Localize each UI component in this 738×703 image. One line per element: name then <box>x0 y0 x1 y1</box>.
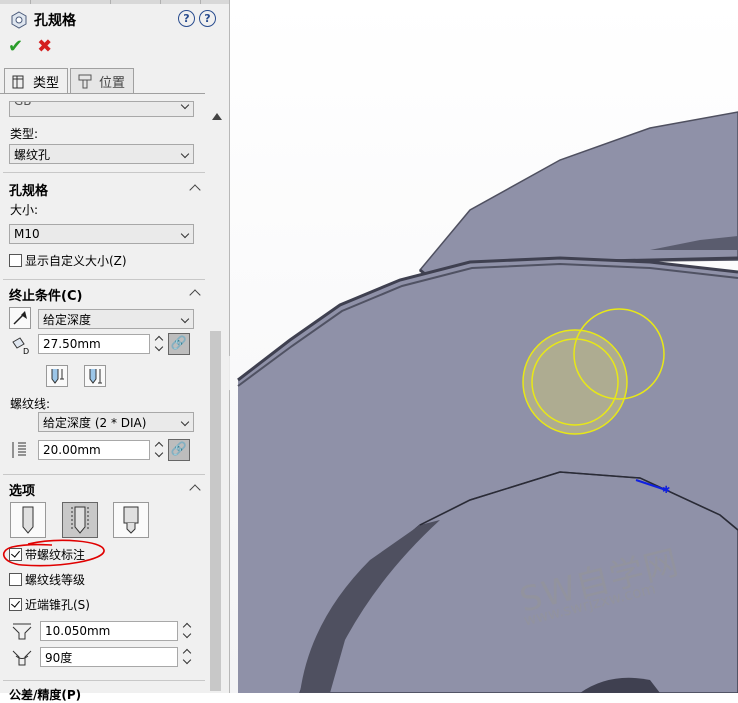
collapse-hole-spec-icon[interactable] <box>189 184 201 196</box>
standard-combo[interactable]: GB <box>9 101 194 117</box>
options-heading: 选项 <box>9 484 36 499</box>
type-tab-icon <box>12 75 24 88</box>
end-condition-value: 给定深度 <box>43 312 92 327</box>
countersink-diameter-spinner[interactable] <box>182 621 192 641</box>
depth-value: 27.50mm <box>43 337 101 351</box>
model-view: ✱ <box>230 0 738 693</box>
thread-condition-value: 给定深度 (2 * DIA) <box>43 415 147 430</box>
depth-spinner[interactable] <box>154 334 164 354</box>
collapse-end-condition-icon[interactable] <box>189 289 201 301</box>
property-manager-panel: 孔规格 ? ? ✔ ✖ 类型 位置 GB 类型: 螺纹孔 孔规格 大小: M10… <box>0 0 229 702</box>
cosmetic-thread-button[interactable] <box>62 502 98 538</box>
thread-depth-icon <box>89 369 102 384</box>
countersink-angle-icon <box>12 650 32 666</box>
thread-depth-input[interactable]: 20.00mm <box>38 440 150 460</box>
reverse-direction-button[interactable] <box>9 307 31 329</box>
tap-drill-diameter-button[interactable] <box>10 502 46 538</box>
depth-input[interactable]: 27.50mm <box>38 334 150 354</box>
separator <box>3 474 205 475</box>
depth-link-button[interactable]: 🔗 <box>168 333 190 355</box>
tap-drill-depth-button[interactable] <box>46 365 68 387</box>
countersink-diameter-input[interactable]: 10.050mm <box>40 621 178 641</box>
countersink-diameter-icon <box>12 623 32 640</box>
cosmetic-thread-icon <box>71 506 89 534</box>
type-combo[interactable]: 螺纹孔 <box>9 144 194 164</box>
standard-value: GB <box>14 101 32 108</box>
thread-condition-combo[interactable]: 给定深度 (2 * DIA) <box>38 412 194 432</box>
size-label: 大小: <box>10 203 39 217</box>
separator <box>3 680 205 681</box>
panel-header: 孔规格 <box>10 10 76 30</box>
panel-scrollbar[interactable] <box>205 95 228 693</box>
help-icon[interactable]: ? <box>199 10 216 27</box>
size-combo[interactable]: M10 <box>9 224 194 244</box>
type-value: 螺纹孔 <box>14 147 51 162</box>
custom-size-checkbox[interactable] <box>9 254 22 267</box>
end-condition-combo[interactable]: 给定深度 <box>38 309 194 329</box>
position-tab-icon <box>78 74 92 89</box>
svg-text:D: D <box>23 347 29 356</box>
svg-text:✱: ✱ <box>662 485 670 496</box>
ok-check-icon[interactable]: ✔ <box>8 36 23 57</box>
near-countersink-checkbox[interactable] <box>9 598 22 611</box>
tab-bar: 类型 位置 <box>4 68 136 94</box>
blind-depth-icon <box>51 369 64 384</box>
tolerance-heading: 公差/精度(P) <box>9 688 82 702</box>
collapse-options-icon[interactable] <box>189 484 201 496</box>
thread-depth-spinner[interactable] <box>154 440 164 460</box>
tab-type[interactable]: 类型 <box>4 68 69 94</box>
thread-depth-link-button[interactable]: 🔗 <box>168 439 190 461</box>
size-value: M10 <box>14 227 40 241</box>
type-label: 类型: <box>10 127 39 141</box>
graphics-viewport[interactable]: ✱ <box>230 0 738 693</box>
depth-icon: D <box>12 337 29 356</box>
red-annotation-ellipse <box>2 539 105 567</box>
countersink-angle-spinner[interactable] <box>182 647 192 667</box>
panel-top-strip <box>0 0 229 4</box>
separator <box>3 279 205 280</box>
scroll-thumb[interactable] <box>210 331 221 691</box>
thread-depth-button[interactable] <box>84 365 106 387</box>
thread-depth-field-icon <box>12 442 26 458</box>
custom-size-label: 显示自定义大小(Z) <box>25 254 127 268</box>
tab-position[interactable]: 位置 <box>70 68 135 93</box>
thread-label: 螺纹线: <box>10 397 51 411</box>
panel-title: 孔规格 <box>34 13 76 29</box>
ok-cancel-bar: ✔ ✖ <box>8 36 52 57</box>
near-countersink-label: 近端锥孔(S) <box>25 598 90 612</box>
end-condition-heading: 终止条件(C) <box>9 289 83 304</box>
reverse-arrow-icon <box>13 311 27 325</box>
hole-wizard-icon <box>11 11 27 29</box>
tab-divider <box>0 93 205 94</box>
separator <box>3 172 205 173</box>
tab-type-label: 类型 <box>33 76 60 91</box>
whats-wrong-icon[interactable]: ? <box>178 10 195 27</box>
countersink-angle-value: 90度 <box>45 650 73 665</box>
remove-thread-button[interactable] <box>113 502 149 538</box>
thread-depth-value: 20.00mm <box>43 443 101 457</box>
cancel-x-icon[interactable]: ✖ <box>37 36 52 57</box>
help-icons: ? ? <box>178 10 216 27</box>
hole-spec-heading: 孔规格 <box>9 184 49 199</box>
tab-position-label: 位置 <box>99 75 126 91</box>
countersink-diameter-value: 10.050mm <box>45 624 111 638</box>
scroll-up-arrow-icon[interactable] <box>212 113 222 120</box>
tap-drill-icon <box>22 506 34 534</box>
countersink-angle-input[interactable]: 90度 <box>40 647 178 667</box>
remove-thread-icon <box>123 506 139 534</box>
